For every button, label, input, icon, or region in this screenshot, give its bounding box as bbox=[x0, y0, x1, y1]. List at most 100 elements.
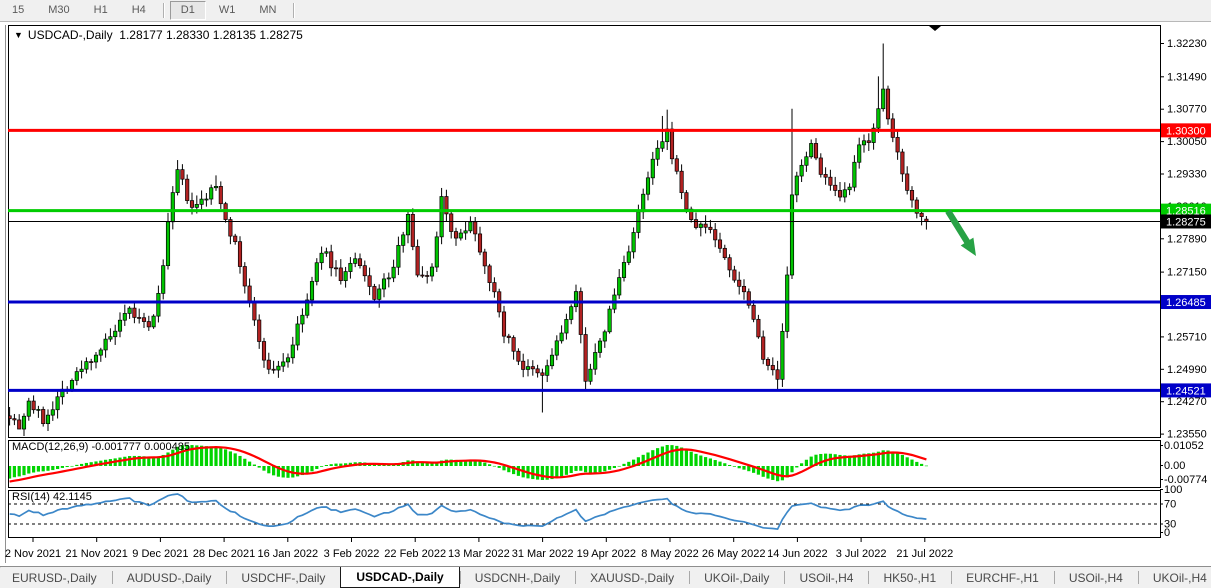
chart-tab-ukoil-daily[interactable]: UKOil-,Daily bbox=[689, 567, 784, 588]
candle bbox=[473, 221, 478, 235]
tab-divider bbox=[784, 571, 786, 584]
date-axis[interactable]: 2 Nov 2021 21 Nov 2021 9 Dec 2021 28 Dec 20… bbox=[5, 537, 953, 561]
candle bbox=[237, 241, 243, 267]
svg-text:1.26485: 1.26485 bbox=[1166, 297, 1206, 309]
candle bbox=[281, 361, 286, 367]
candle bbox=[218, 186, 223, 205]
tab-label: EURUSD-,Daily bbox=[12, 570, 97, 585]
svg-text:21 Nov 2021: 21 Nov 2021 bbox=[66, 548, 128, 560]
candle bbox=[175, 169, 180, 193]
candle bbox=[737, 279, 742, 287]
candle bbox=[545, 365, 550, 376]
svg-text:9 Dec 2021: 9 Dec 2021 bbox=[132, 548, 188, 560]
candle bbox=[516, 350, 521, 362]
tab-divider bbox=[689, 571, 691, 584]
candle bbox=[741, 285, 747, 293]
candle bbox=[401, 234, 406, 246]
candle bbox=[396, 245, 401, 268]
candle bbox=[909, 190, 915, 201]
tab-divider bbox=[226, 571, 228, 584]
tab-label: HK50-,H1 bbox=[883, 570, 937, 585]
svg-text:28 Dec 2021: 28 Dec 2021 bbox=[193, 548, 255, 560]
candle bbox=[573, 291, 579, 308]
candle bbox=[905, 173, 910, 191]
chart-tab-usoil-h4[interactable]: USOil-,H4 bbox=[784, 567, 868, 588]
svg-text:1.24990: 1.24990 bbox=[1167, 364, 1207, 376]
candle bbox=[122, 313, 127, 321]
chart-tab-usdcnh-daily[interactable]: USDCNH-,Daily bbox=[459, 567, 575, 588]
rsi-indicator-label: RSI(14) 42.1145 bbox=[12, 491, 92, 503]
chart-tab-eurchf-h1[interactable]: EURCHF-,H1 bbox=[951, 567, 1054, 588]
candle bbox=[617, 277, 622, 296]
candle bbox=[89, 361, 94, 363]
svg-text:3 Feb 2022: 3 Feb 2022 bbox=[324, 548, 380, 560]
candle bbox=[213, 186, 219, 189]
chart-tab-usdcad-daily[interactable]: USDCAD-,Daily bbox=[340, 567, 460, 588]
candle bbox=[36, 409, 41, 411]
candle bbox=[266, 359, 271, 370]
candle bbox=[809, 143, 814, 158]
candle bbox=[434, 236, 439, 268]
chart-tab-audusd-daily[interactable]: AUDUSD-,Daily bbox=[111, 567, 227, 588]
candle bbox=[41, 409, 46, 425]
candle bbox=[799, 164, 804, 177]
candle bbox=[21, 415, 27, 430]
svg-text:22 Feb 2022: 22 Feb 2022 bbox=[384, 548, 446, 560]
tab-label: AUDUSD-,Daily bbox=[126, 570, 212, 585]
candle bbox=[79, 368, 84, 372]
chart-ohlc-readout: 1.28177 1.28330 1.28135 1.28275 bbox=[119, 28, 303, 42]
chart-tab-ukoil-h4[interactable]: UKOil-,H4 bbox=[1137, 567, 1211, 588]
candle bbox=[271, 368, 276, 371]
candle bbox=[26, 400, 31, 417]
tab-divider bbox=[868, 571, 870, 584]
candle bbox=[141, 317, 147, 322]
candle bbox=[765, 358, 771, 366]
chart-canvas[interactable]: 1.286101.264301.322301.314901.307701.300… bbox=[0, 0, 1211, 566]
svg-text:21 Jul 2022: 21 Jul 2022 bbox=[896, 548, 953, 560]
candle bbox=[410, 214, 415, 247]
candle bbox=[228, 219, 233, 237]
candle bbox=[631, 232, 636, 253]
candle bbox=[247, 285, 252, 303]
candle bbox=[353, 258, 358, 264]
candle bbox=[108, 336, 113, 340]
candle bbox=[329, 251, 334, 269]
candle bbox=[132, 307, 137, 318]
candle bbox=[813, 143, 819, 159]
candle bbox=[185, 178, 190, 201]
candle bbox=[165, 221, 171, 267]
candle bbox=[717, 239, 723, 249]
svg-text:1.27150: 1.27150 bbox=[1167, 267, 1207, 279]
candle bbox=[405, 214, 411, 236]
tab-label: UKOil-,H4 bbox=[1152, 570, 1207, 585]
svg-text:70: 70 bbox=[1164, 499, 1176, 511]
candle bbox=[857, 144, 862, 163]
expand-triangle-icon[interactable]: ▼ bbox=[14, 30, 23, 40]
candle bbox=[127, 307, 132, 314]
candle bbox=[876, 108, 881, 129]
candle bbox=[117, 319, 123, 332]
candle bbox=[137, 317, 142, 319]
candle bbox=[833, 184, 838, 191]
svg-text:3 Jul 2022: 3 Jul 2022 bbox=[836, 548, 887, 560]
chart-tab-hk50-h1[interactable]: HK50-,H1 bbox=[868, 567, 951, 588]
candle bbox=[530, 366, 535, 370]
candle bbox=[338, 267, 343, 282]
candle bbox=[189, 200, 195, 208]
candle bbox=[852, 161, 857, 188]
chart-tab-eurusd-daily[interactable]: EURUSD-,Daily bbox=[0, 567, 112, 588]
candle bbox=[684, 192, 689, 210]
chart-tab-xauusd-daily[interactable]: XAUUSD-,Daily bbox=[575, 567, 689, 588]
candle bbox=[847, 186, 852, 191]
candle bbox=[31, 400, 36, 411]
chart-tab-usdchf-daily[interactable]: USDCHF-,Daily bbox=[226, 567, 340, 588]
candle bbox=[425, 275, 430, 277]
chart-tab-usoil-h4[interactable]: USOil-,H4 bbox=[1053, 567, 1138, 588]
candle bbox=[242, 266, 247, 287]
svg-text:1.30770: 1.30770 bbox=[1167, 104, 1207, 116]
candle bbox=[713, 229, 718, 241]
candle bbox=[722, 247, 727, 259]
price-axis[interactable]: 1.286101.264301.322301.314901.307701.300… bbox=[1160, 38, 1211, 539]
tab-label: EURCHF-,H1 bbox=[966, 570, 1039, 585]
candle bbox=[789, 194, 795, 276]
